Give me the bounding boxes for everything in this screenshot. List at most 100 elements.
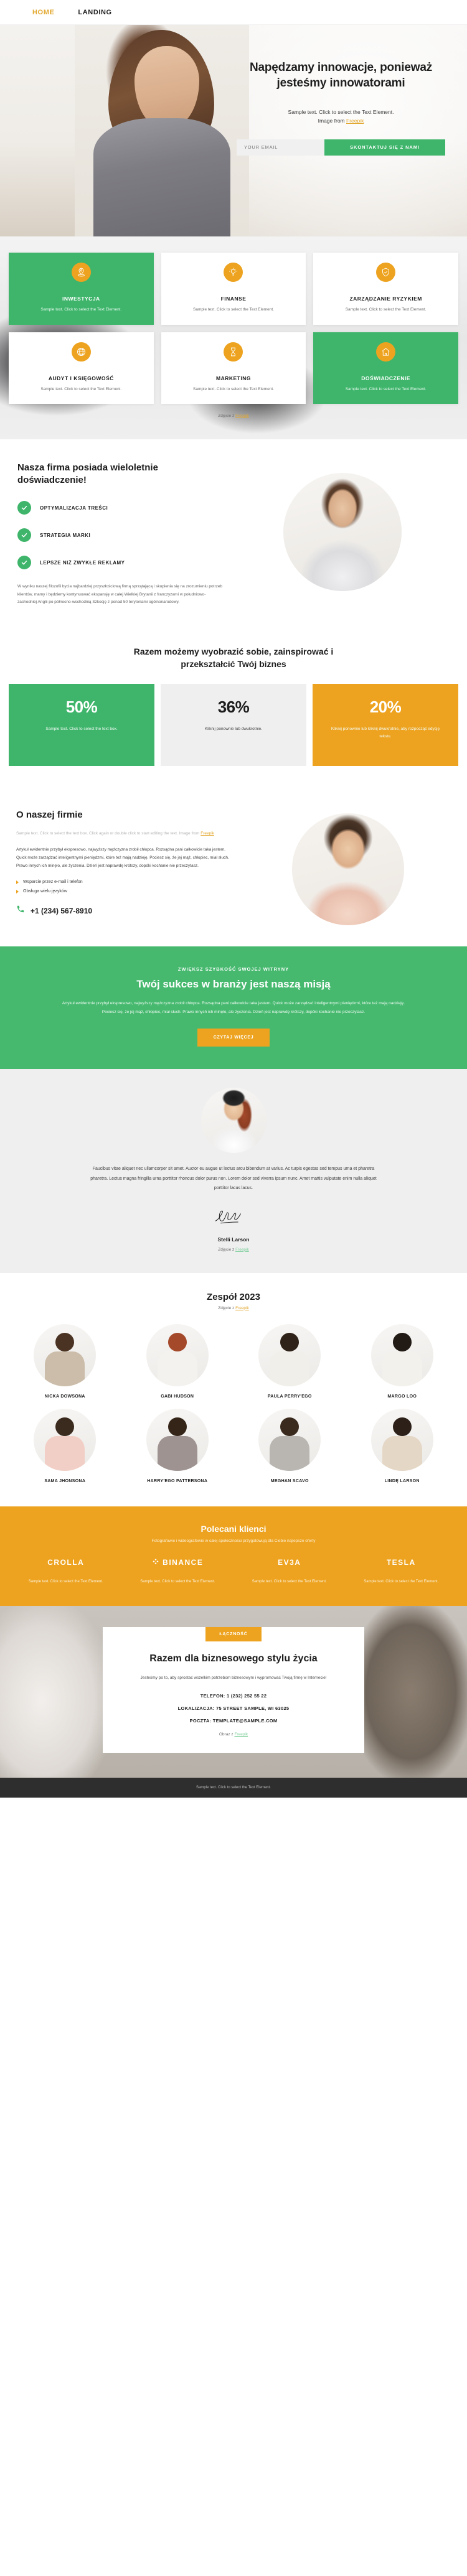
- about-portrait-image: [292, 813, 404, 926]
- contact-phone: TELEFON: 1 (232) 252 55 22: [200, 1693, 267, 1699]
- client-logo-label: EV3A: [278, 1558, 301, 1567]
- hero-content: Napędzamy innowacje, ponieważ jesteśmy i…: [237, 60, 445, 156]
- team-member-card[interactable]: PAULA PERRY'EGO: [237, 1323, 342, 1401]
- client-description: Sample text. Click to select the Text El…: [252, 1579, 327, 1584]
- stat-description: Kliknij ponownie lub kliknij dwukrotnie,…: [331, 727, 440, 739]
- client-logo-tesla: TESLA: [351, 1558, 453, 1567]
- contact-badge[interactable]: ŁĄCZNOŚĆ: [205, 1627, 262, 1642]
- service-title: AUDYT I KSIĘGOWOŚĆ: [48, 375, 114, 381]
- features-section: Nasza firma posiada wieloletnie doświadc…: [0, 439, 467, 628]
- team-member-name: NICKA DOWSONA: [44, 1394, 85, 1399]
- client-logo-label: TESLA: [386, 1558, 416, 1567]
- stats-section: Razem możemy wyobrazić sobie, zainspirow…: [0, 627, 467, 788]
- service-card-doswiadczenie[interactable]: DOŚWIADCZENIE Sample text. Click to sele…: [313, 332, 458, 404]
- team-member-card[interactable]: MARGO LOO: [350, 1323, 455, 1401]
- team-credit: Zdjęcie z Freepik: [12, 1306, 455, 1310]
- about-lead-text: Sample text. Click to select the text bo…: [16, 831, 201, 836]
- service-title: FINANSE: [220, 296, 247, 302]
- hero-subtitle-line1: Sample text. Click to select the Text El…: [288, 108, 394, 115]
- lightbulb-icon: [224, 263, 243, 282]
- check-circle-icon: [17, 501, 31, 515]
- service-description: Sample text. Click to select the Text El…: [40, 386, 122, 391]
- service-card-marketing[interactable]: MARKETING Sample text. Click to select t…: [161, 332, 306, 404]
- avatar: [34, 1409, 97, 1472]
- contact-credit: Obraz z Freepik: [124, 1732, 343, 1737]
- freepik-link[interactable]: Freepik: [234, 1732, 248, 1737]
- service-card-audyt-i-ksiegowosc[interactable]: AUDYT I KSIĘGOWOŚĆ Sample text. Click to…: [9, 332, 154, 404]
- features-portrait-image: [283, 473, 402, 592]
- feature-label: LEPSZE NIŻ ZWYKŁE REKLAMY: [40, 559, 125, 566]
- freepik-link[interactable]: Freepik: [235, 414, 249, 418]
- phone-icon: [16, 905, 25, 917]
- about-left-column: O naszej firmie Sample text. Click to se…: [16, 810, 234, 925]
- email-input[interactable]: [237, 139, 324, 156]
- contact-email: POCZTA: TEMPLATE@SAMPLE.COM: [189, 1718, 278, 1724]
- hero-subtitle: Sample text. Click to select the Text El…: [237, 108, 445, 126]
- read-more-button[interactable]: CZYTAJ WIĘCEJ: [197, 1029, 270, 1047]
- hero-subtitle-line2: Image from: [318, 118, 346, 124]
- contact-subtitle: Jesteśmy po to, aby sprostać wszelkim po…: [140, 1676, 327, 1681]
- client-description: Sample text. Click to select the Text El…: [364, 1579, 439, 1584]
- team-member-name: HARRY'EGO PATTERSONA: [147, 1479, 208, 1484]
- team-member-card[interactable]: MEGHAN SCAVO: [237, 1409, 342, 1485]
- about-phone-row[interactable]: +1 (234) 567-8910: [16, 905, 234, 917]
- home-icon: [376, 342, 396, 362]
- list-item: Wsparcie przez e-mail i telefon: [16, 880, 234, 884]
- team-member-name: GABI HUDSON: [161, 1394, 194, 1399]
- stat-value: 20%: [369, 698, 402, 717]
- services-section: INWESTYCJA Sample text. Click to select …: [0, 236, 467, 440]
- stat-box-2: 36% Kliknij ponownie lub dwukrotnie.: [161, 684, 306, 767]
- clients-title: Polecani klienci: [200, 1523, 267, 1534]
- feature-label: OPTYMALIZACJA TREŚCI: [40, 505, 108, 511]
- team-member-card[interactable]: NICKA DOWSONA: [12, 1323, 118, 1401]
- about-right-column: [245, 810, 451, 926]
- stat-box-3: 20% Kliknij ponownie lub kliknij dwukrot…: [313, 684, 458, 767]
- freepik-link[interactable]: Freepik: [200, 831, 214, 836]
- triangle-bullet-icon: [16, 889, 19, 894]
- freepik-link[interactable]: Freepik: [235, 1248, 249, 1252]
- cta-text: Artykuł ewidentnie przybył ekspresowo, n…: [62, 1001, 405, 1014]
- client-description: Sample text. Click to select the Text El…: [140, 1579, 215, 1584]
- team-member-name: MEGHAN SCAVO: [270, 1479, 309, 1484]
- credit-prefix: Zdjęcie z: [218, 1305, 236, 1310]
- about-section: O naszej firmie Sample text. Click to se…: [0, 787, 467, 947]
- freepik-link[interactable]: Freepik: [235, 1306, 249, 1310]
- team-member-card[interactable]: HARRY'EGO PATTERSONA: [125, 1409, 230, 1485]
- list-item-label: Wsparcie przez e-mail i telefon: [23, 880, 83, 885]
- clients-logo-row: CROLLA BINANCE EV3A TESLA: [15, 1558, 452, 1567]
- team-member-card[interactable]: LINDĘ LARSON: [350, 1409, 455, 1485]
- team-member-card[interactable]: GABI HUDSON: [125, 1323, 230, 1401]
- hero-freepik-link[interactable]: Freepik: [346, 118, 364, 124]
- avatar: [370, 1409, 433, 1472]
- feature-item-lepsze-niz-zwykle-reklamy: LEPSZE NIŻ ZWYKŁE REKLAMY: [17, 556, 223, 570]
- page-footer: Sample text. Click to select the Text El…: [0, 1778, 467, 1798]
- service-description: Sample text. Click to select the Text El…: [40, 307, 122, 312]
- avatar: [146, 1409, 209, 1472]
- nav-link-landing[interactable]: LANDING: [78, 9, 111, 16]
- hourglass-icon: [224, 342, 243, 362]
- credit-prefix: Zdjęcie z: [218, 1247, 236, 1252]
- avatar: [258, 1323, 321, 1386]
- service-title: ZARZĄDZANIE RYZYKIEM: [349, 296, 422, 302]
- check-circle-icon: [17, 528, 31, 543]
- diamond-icon: [152, 1558, 159, 1567]
- hero-section: Napędzamy innowacje, ponieważ jesteśmy i…: [0, 25, 467, 236]
- main-navigation: HOME LANDING: [0, 0, 467, 25]
- services-grid: INWESTYCJA Sample text. Click to select …: [9, 253, 458, 404]
- hero-title: Napędzamy innowacje, ponieważ jesteśmy i…: [250, 61, 432, 90]
- about-lead: Sample text. Click to select the text bo…: [16, 830, 234, 838]
- service-card-inwestycja[interactable]: INWESTYCJA Sample text. Click to select …: [9, 253, 154, 325]
- stat-box-1: 50% Sample text. Click to select the tex…: [9, 684, 154, 767]
- team-member-card[interactable]: SAMA JHONSONA: [12, 1409, 118, 1485]
- globe-icon: [71, 342, 91, 362]
- service-card-finanse[interactable]: FINANSE Sample text. Click to select the…: [161, 253, 306, 325]
- about-feature-list: Wsparcie przez e-mail i telefon Obsługa …: [16, 880, 234, 894]
- nav-link-home[interactable]: HOME: [32, 9, 54, 16]
- feature-label: STRATEGIA MARKI: [40, 532, 91, 538]
- hero-portrait-face: [134, 46, 199, 128]
- service-card-zarzadzanie-ryzykiem[interactable]: ZARZĄDZANIE RYZYKIEM Sample text. Click …: [313, 253, 458, 325]
- contact-us-button[interactable]: SKONTAKTUJ SIĘ Z NAMI: [324, 139, 445, 156]
- contact-title: Razem dla biznesowego stylu życia: [149, 1653, 318, 1664]
- stats-title: Razem możemy wyobrazić sobie, zainspirow…: [133, 646, 334, 669]
- avatar: [370, 1323, 433, 1386]
